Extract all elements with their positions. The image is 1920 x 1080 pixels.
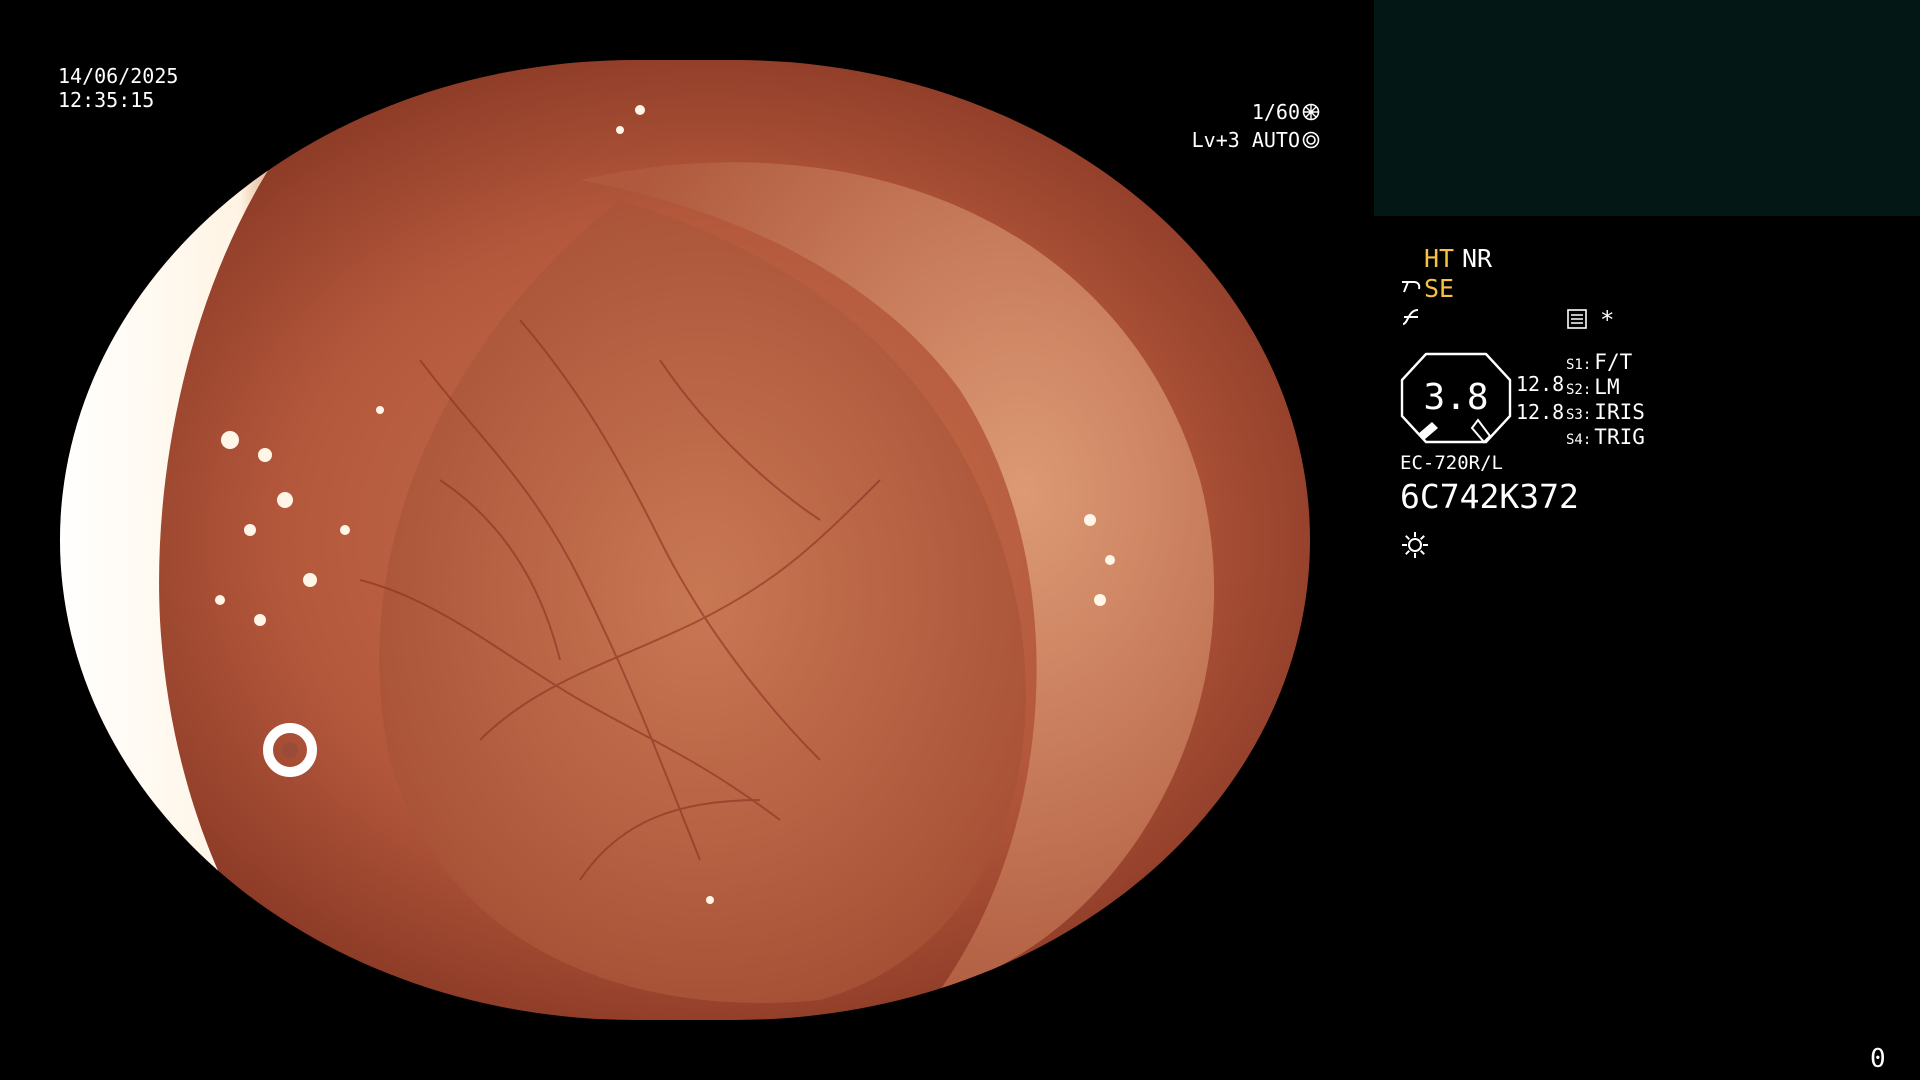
colon-lumen-image bbox=[60, 60, 1310, 1020]
nr-indicator: NR bbox=[1462, 244, 1493, 273]
level-value: Lv+3 AUTO bbox=[1191, 128, 1300, 152]
iris-readout: Lv+3 AUTO bbox=[1136, 130, 1320, 150]
se-indicator: SE bbox=[1424, 274, 1455, 303]
star-indicator: * bbox=[1600, 306, 1615, 334]
slot-value: LM bbox=[1594, 375, 1620, 399]
scope-serial: 6C742K372 bbox=[1400, 477, 1579, 516]
date-display: 14/06/2025 bbox=[58, 64, 179, 88]
slot-key: S1: bbox=[1566, 357, 1592, 373]
thumbnail-panel bbox=[1374, 0, 1920, 216]
endoscope-image bbox=[60, 60, 1310, 1020]
value-top: 12.8 bbox=[1516, 372, 1565, 396]
slot-value: IRIS bbox=[1594, 400, 1645, 424]
iris-icon bbox=[1302, 131, 1320, 149]
list-icon bbox=[1566, 308, 1588, 333]
counter: 0 bbox=[1870, 1044, 1886, 1074]
slot-s3: S3: IRIS bbox=[1566, 402, 1645, 423]
slot-s4: S4: TRIG bbox=[1566, 427, 1645, 448]
slot-key: S2: bbox=[1566, 382, 1592, 398]
gauge-value: 3.8 bbox=[1423, 377, 1489, 418]
light-icon bbox=[1400, 530, 1430, 563]
scope-model: EC-720R/L bbox=[1400, 452, 1503, 474]
slot-s1: S1: F/T bbox=[1566, 352, 1632, 373]
slot-s2: S2: LM bbox=[1566, 377, 1620, 398]
shutter-icon bbox=[1302, 103, 1320, 121]
slot-value: F/T bbox=[1594, 350, 1633, 374]
shutter-readout: 1/60 bbox=[1196, 102, 1320, 122]
slot-key: S4: bbox=[1566, 432, 1592, 448]
slot-key: S3: bbox=[1566, 407, 1592, 423]
value-bottom: 12.8 bbox=[1516, 400, 1565, 424]
scope-se-icon bbox=[1400, 276, 1422, 301]
curve-icon bbox=[1400, 306, 1422, 331]
ht-indicator: HT bbox=[1424, 244, 1455, 273]
shutter-value: 1/60 bbox=[1251, 100, 1300, 124]
slot-value: TRIG bbox=[1594, 425, 1645, 449]
time-display: 12:35:15 bbox=[58, 88, 155, 112]
